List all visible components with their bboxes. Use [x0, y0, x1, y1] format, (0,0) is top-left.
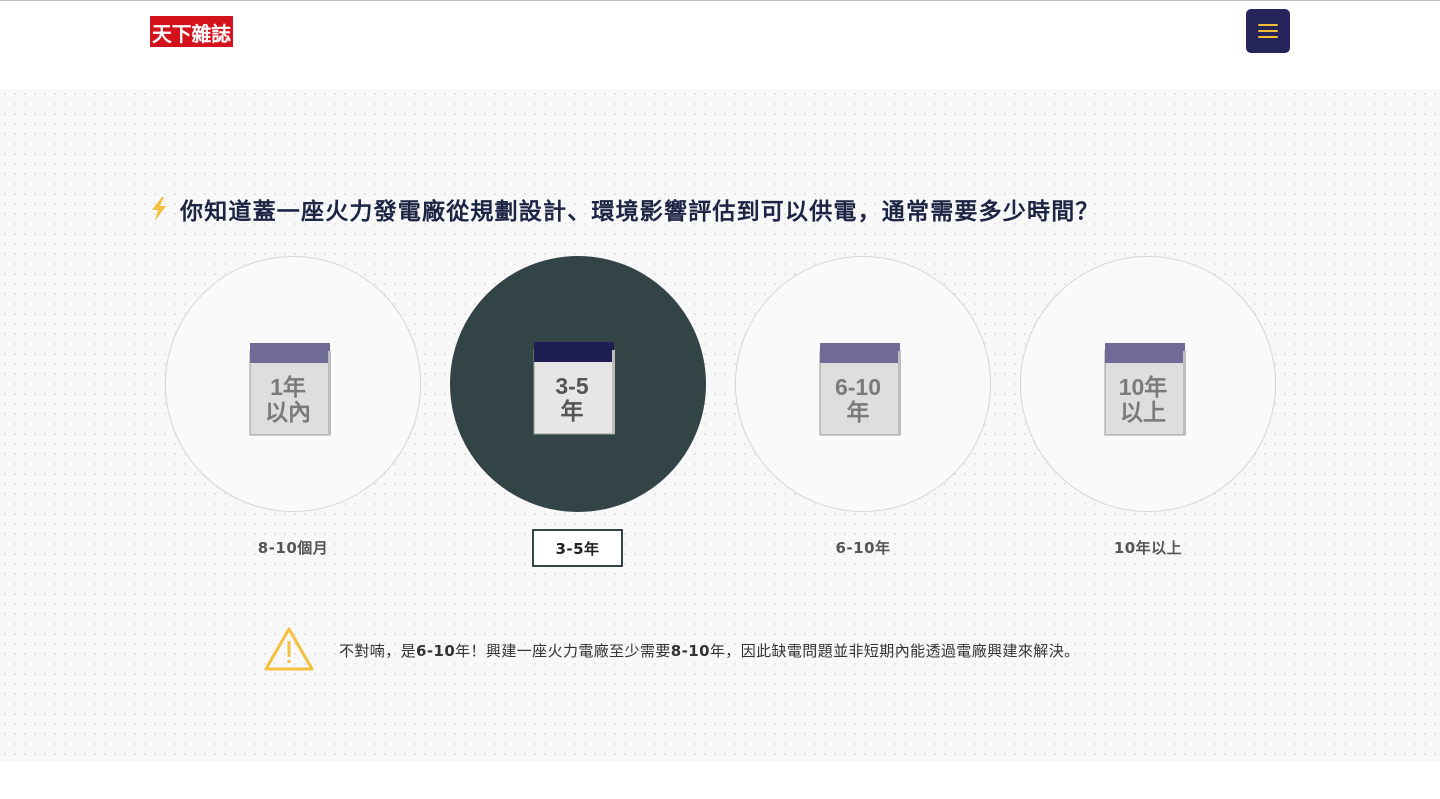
logo[interactable]: 天下雜誌 — [150, 16, 233, 47]
quiz-section: 你知道蓋一座火力發電廠從規劃設計、環境影響評估到可以供電，通常需要多少時間？ 1… — [0, 89, 1440, 761]
option-label[interactable]: 8-10個月 — [165, 540, 421, 557]
lightning-bolt-icon — [152, 197, 166, 221]
option-label-selected[interactable]: 3-5年 — [532, 529, 623, 567]
option-label[interactable]: 6-10年 — [735, 540, 991, 557]
svg-text:天下雜誌: 天下雜誌 — [152, 22, 231, 46]
option-circle[interactable]: 1年 以內 — [165, 256, 421, 512]
calendar-icon: 10年 以上 — [1104, 343, 1186, 436]
option-4[interactable]: 10年 以上 10年以上 — [1020, 256, 1276, 557]
svg-text:6-10: 6-10 — [835, 374, 881, 400]
svg-text:1年: 1年 — [270, 374, 306, 400]
svg-text:3-5: 3-5 — [555, 373, 588, 399]
warning-triangle-icon — [264, 627, 314, 671]
calendar-icon: 3-5 年 — [533, 342, 615, 435]
option-circle[interactable]: 6-10 年 — [735, 256, 991, 512]
option-1[interactable]: 1年 以內 8-10個月 — [165, 256, 421, 557]
question: 你知道蓋一座火力發電廠從規劃設計、環境影響評估到可以供電，通常需要多少時間？ — [150, 193, 1100, 225]
option-circle[interactable]: 10年 以上 — [1020, 256, 1276, 512]
menu-button[interactable] — [1246, 9, 1290, 53]
calendar-icon: 1年 以內 — [249, 343, 331, 436]
svg-text:以上: 以上 — [1120, 399, 1166, 425]
option-label[interactable]: 10年以上 — [1020, 540, 1276, 557]
option-circle[interactable]: 3-5 年 — [450, 256, 706, 512]
option-3[interactable]: 6-10 年 6-10年 — [735, 256, 991, 557]
feedback-text: 不對喃，是6-10年！興建一座火力電廠至少需要8-10年，因此缺電問題並非短期內… — [339, 642, 1080, 660]
svg-text:年: 年 — [561, 398, 584, 424]
feedback-message: 不對喃，是6-10年！興建一座火力電廠至少需要8-10年，因此缺電問題並非短期內… — [263, 626, 1223, 674]
page: 天下雜誌 你知道蓋一座火力發電廠從規劃設計、環境影響評估到可以供電，通常需要多少… — [0, 0, 1440, 799]
calendar-icon: 6-10 年 — [819, 343, 901, 436]
bottom-area — [0, 761, 1440, 799]
header: 天下雜誌 — [0, 1, 1440, 89]
question-text: 你知道蓋一座火力發電廠從規劃設計、環境影響評估到可以供電，通常需要多少時間？ — [180, 199, 1100, 225]
svg-text:年: 年 — [847, 399, 870, 425]
svg-text:以內: 以內 — [265, 399, 311, 425]
option-2[interactable]: 3-5 年 3-5年 — [450, 256, 706, 567]
svg-text:10年: 10年 — [1119, 374, 1168, 400]
